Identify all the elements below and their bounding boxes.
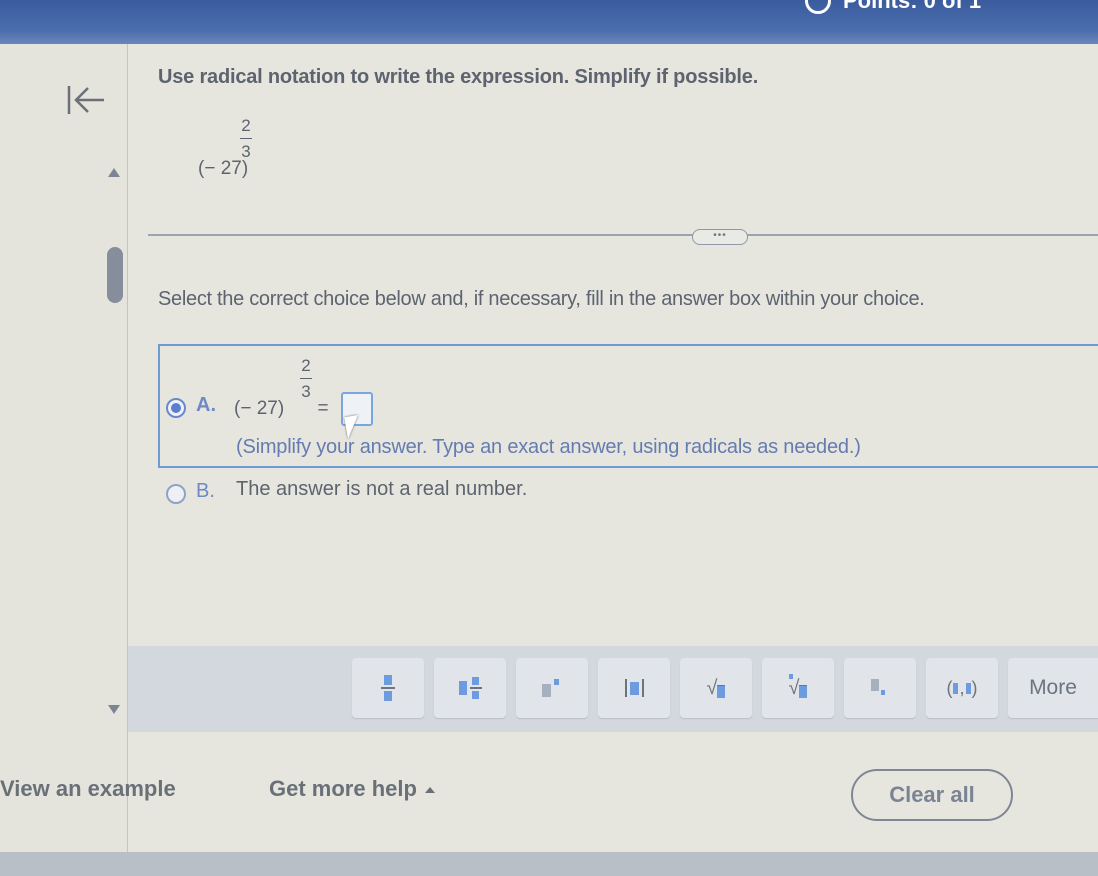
scroll-down-arrow-icon[interactable] (108, 705, 120, 714)
fraction-bar (300, 378, 312, 379)
choice-a-exponent: 2 3 (300, 356, 312, 401)
progress-ring-icon (805, 0, 831, 14)
expand-more-button[interactable]: ••• (692, 229, 748, 245)
choice-a-exponent-denominator: 3 (301, 382, 311, 401)
fraction-button[interactable] (352, 658, 424, 718)
scroll-up-arrow-icon[interactable] (108, 168, 120, 177)
square-root-icon: √ (707, 678, 726, 698)
points-label: Points: 0 of 1 (843, 0, 982, 13)
bottom-bar (0, 852, 1098, 876)
expression-exponent: 2 3 (240, 116, 252, 161)
choice-a-radio[interactable] (166, 398, 186, 418)
exponent-denominator: 3 (241, 142, 251, 161)
absolute-value-icon (624, 679, 644, 697)
top-bar: Points: 0 of 1 (0, 0, 1098, 44)
choice-b-text[interactable]: The answer is not a real number. (236, 478, 527, 501)
clear-all-button[interactable]: Clear all (851, 769, 1013, 821)
nth-root-icon: √ (788, 674, 808, 698)
choice-a-label[interactable]: A. (196, 394, 216, 417)
exponent-button[interactable] (516, 658, 588, 718)
ordered-pair-icon: (,) (946, 677, 978, 698)
view-example-link[interactable]: View an example (0, 776, 176, 802)
choice-b-label[interactable]: B. (196, 480, 215, 503)
choice-b-radio[interactable] (166, 484, 186, 504)
fraction-icon (381, 675, 395, 701)
scrollbar-thumb[interactable] (107, 247, 123, 303)
choice-prompt: Select the correct choice below and, if … (158, 288, 925, 310)
question-expression: (− 27) 2 3 (198, 112, 252, 180)
choice-a-base: (− 27) (234, 398, 285, 419)
question-sidebar (0, 44, 128, 854)
section-divider (148, 234, 1098, 236)
math-toolbar: √ √ (,) More (128, 646, 1098, 732)
get-more-help-link[interactable]: Get more help (269, 776, 435, 802)
ordered-pair-button[interactable]: (,) (926, 658, 998, 718)
equals-sign: = (317, 398, 329, 419)
points-indicator: Points: 0 of 1 (805, 0, 981, 14)
square-root-button[interactable]: √ (680, 658, 752, 718)
exponent-numerator: 2 (241, 116, 251, 135)
subscript-icon (871, 679, 889, 697)
choice-a-hint: (Simplify your answer. Type an exact ans… (236, 436, 861, 458)
choice-a-exponent-numerator: 2 (301, 356, 311, 375)
choice-a-expression: (− 27) 2 3 = (234, 352, 329, 420)
caret-up-icon (424, 787, 435, 794)
nth-root-button[interactable]: √ (762, 658, 834, 718)
subscript-button[interactable] (844, 658, 916, 718)
fraction-bar (240, 138, 252, 139)
question-instruction: Use radical notation to write the expres… (158, 66, 759, 88)
mixed-number-button[interactable] (434, 658, 506, 718)
collapse-left-arrow-icon[interactable] (66, 82, 106, 118)
mixed-number-icon (458, 677, 482, 699)
absolute-value-button[interactable] (598, 658, 670, 718)
exponent-icon (542, 679, 562, 697)
more-button[interactable]: More (1008, 658, 1098, 718)
get-more-help-label: Get more help (269, 776, 417, 801)
